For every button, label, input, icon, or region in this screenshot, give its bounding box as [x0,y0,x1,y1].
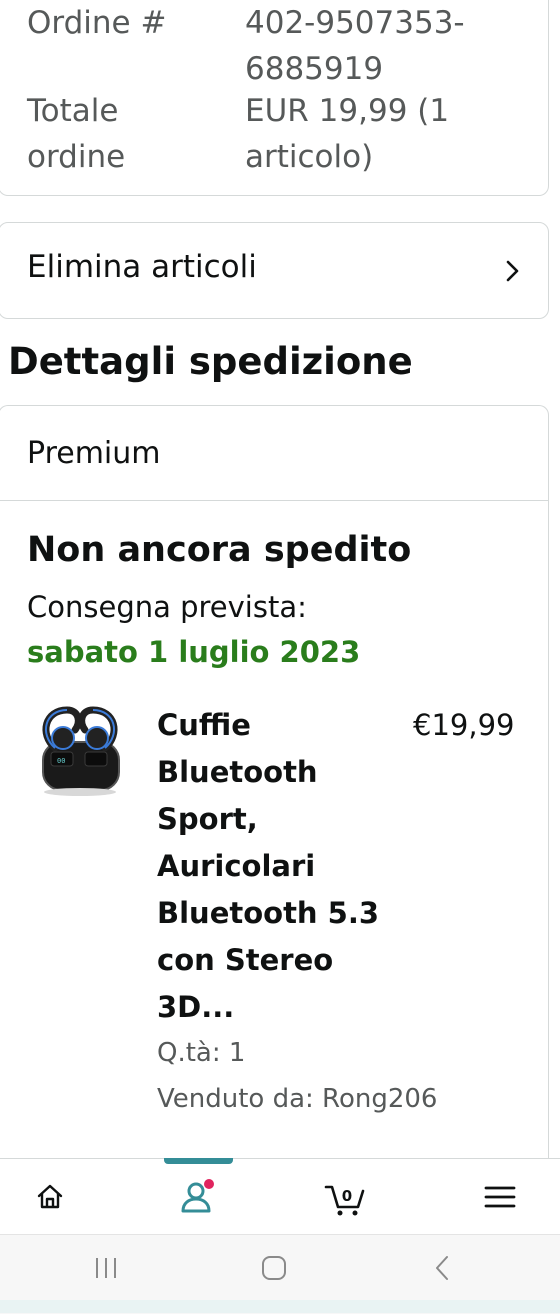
notification-badge [204,1179,214,1189]
home-button-icon [262,1256,286,1280]
order-total-label: Totale ordine [27,88,125,180]
nav-home[interactable] [0,1159,100,1235]
nav-menu[interactable] [450,1159,550,1235]
order-total-label-line1: Totale [27,93,119,129]
product-image[interactable]: 00 [35,698,125,798]
order-total-label-line2: ordine [27,139,126,175]
order-total-value: EUR 19,99 (1 articolo) [245,88,535,180]
order-number-line1: 402-9507353- [245,5,465,41]
shipping-card: Premium Non ancora spedito Consegna prev… [0,405,549,1165]
product-title-line: Cuffie [157,708,251,742]
system-home-button[interactable] [224,1235,324,1301]
svg-text:00: 00 [57,757,65,765]
product-title-line: Bluetooth [157,755,318,789]
cart-icon: 0 [324,1185,365,1216]
nav-cart[interactable]: 0 [296,1159,396,1235]
shipping-section-title: Dettagli spedizione [8,340,413,383]
shipment-status: Non ancora spedito [27,530,412,570]
delete-items-row[interactable]: Elimina articoli [0,222,549,319]
home-icon [37,1184,63,1209]
account-icon [181,1179,214,1213]
shipping-program: Premium [27,436,161,471]
product-title-line: con Stereo [157,943,334,977]
product-quantity: Q.tà: 1 [157,1038,246,1068]
bottom-navigation: 0 [0,1158,560,1235]
divider [0,500,548,501]
product-title-line: Sport, [157,802,258,836]
order-summary-card: Ordine # 402-9507353- 6885919 Totale ord… [0,0,549,196]
order-total-line1: EUR 19,99 (1 [245,93,450,129]
nav-account[interactable] [148,1159,248,1235]
product-title-line: Bluetooth 5.3 [157,896,380,930]
system-back-button[interactable] [392,1235,492,1301]
bottom-edge-strip [0,1300,560,1313]
delivery-estimate-date: sabato 1 luglio 2023 [27,635,361,669]
order-number-line2: 6885919 [245,51,384,87]
cart-count: 0 [342,1187,352,1205]
product-title-line: 3D... [157,990,235,1024]
order-number-label: Ordine # [27,5,167,41]
order-total-line2: articolo) [245,139,374,175]
delete-items-label: Elimina articoli [27,249,257,285]
chevron-right-icon [506,260,519,282]
recent-apps-button[interactable] [56,1235,156,1301]
product-seller: Venduto da: Rong206 [157,1084,438,1114]
back-icon [436,1256,448,1280]
product-title-line: Auricolari [157,849,316,883]
order-number-value: 402-9507353- 6885919 [245,0,535,92]
menu-icon [484,1186,516,1208]
product-title[interactable]: Cuffie Bluetooth Sport, Auricolari Bluet… [157,702,397,1031]
delivery-estimate-label: Consegna prevista: [27,590,307,624]
recent-apps-icon [96,1258,116,1278]
product-price: €19,99 [413,708,515,742]
